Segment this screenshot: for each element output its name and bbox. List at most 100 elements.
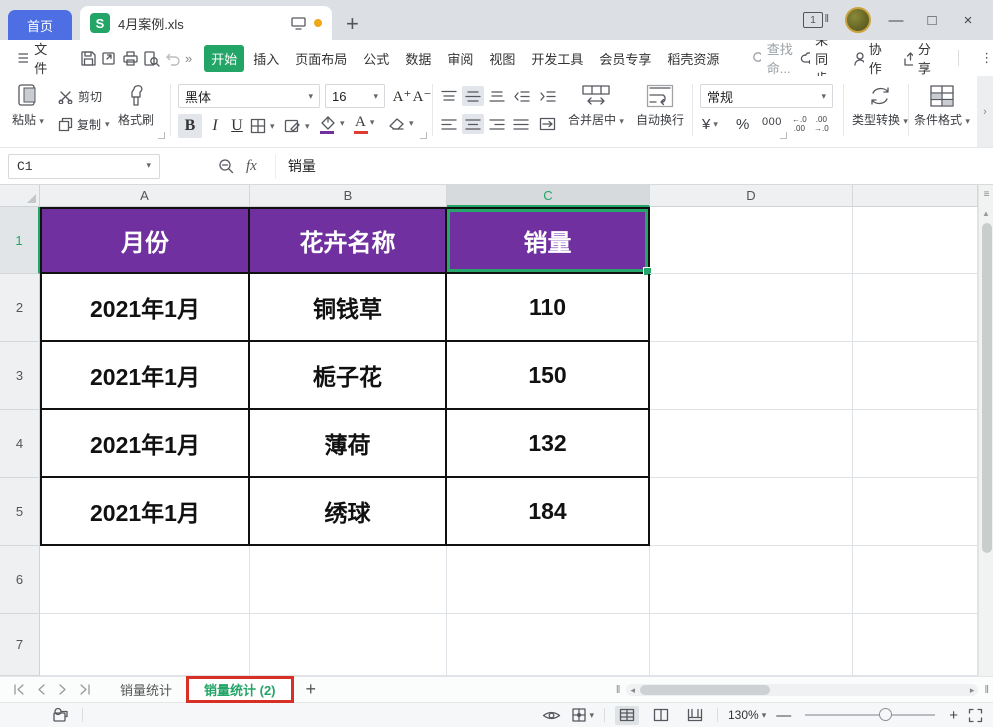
justify-icon[interactable] (510, 114, 532, 134)
row-header-5[interactable]: 5 (0, 478, 40, 546)
cell-c4[interactable]: 132 (447, 410, 650, 478)
horizontal-scrollbar[interactable]: ◂ ▸ (626, 684, 979, 696)
zoom-slider-thumb[interactable] (879, 708, 893, 721)
decrease-indent-icon[interactable] (510, 86, 532, 106)
italic-button[interactable]: I (204, 114, 226, 138)
tab-home[interactable]: 开始 (204, 44, 245, 72)
cell-b7[interactable] (250, 614, 447, 676)
more-options-icon[interactable]: ⋮ (980, 50, 993, 66)
fx-icon[interactable]: fx (246, 158, 257, 175)
font-color-button[interactable]: A ▾ (354, 114, 374, 134)
row-header-6[interactable]: 6 (0, 546, 40, 614)
zoom-formula-icon[interactable] (218, 158, 234, 174)
cell-a1[interactable]: 月份 (40, 207, 250, 274)
cell-a4[interactable]: 2021年1月 (40, 410, 250, 478)
decrease-font-size-button[interactable]: A⁻ (412, 84, 432, 108)
last-sheet-icon[interactable] (79, 684, 92, 695)
undo-button[interactable] (164, 51, 181, 66)
align-left-icon[interactable] (438, 114, 460, 134)
add-sheet-button[interactable]: + (306, 679, 317, 700)
share-button[interactable]: 分享 (903, 39, 936, 77)
zoom-slider[interactable] (805, 708, 936, 721)
scrollbar-split-handle[interactable]: ‖ (984, 684, 989, 696)
cell-e3[interactable] (853, 342, 978, 410)
cell-b1[interactable]: 花卉名称 (250, 207, 447, 274)
normal-view-button[interactable] (615, 705, 639, 725)
more-commands-icon[interactable]: » (185, 51, 192, 66)
scroll-left-icon[interactable]: ◂ (630, 685, 635, 696)
col-header-e[interactable] (853, 185, 978, 207)
scroll-right-icon[interactable]: ▸ (970, 685, 975, 696)
cell-c1-selected[interactable]: 销量 (447, 207, 652, 276)
zoom-in-button[interactable]: + (949, 707, 958, 724)
eraser-button[interactable]: ▾ (388, 116, 414, 130)
sheet-tab-sales-stats[interactable]: 销量统计 (104, 677, 188, 703)
home-button[interactable]: 首页 (8, 10, 72, 40)
next-sheet-icon[interactable] (58, 684, 67, 695)
align-bottom-icon[interactable] (486, 86, 508, 106)
col-header-d[interactable]: D (650, 185, 853, 207)
tab-data[interactable]: 数据 (398, 45, 438, 72)
align-top-icon[interactable] (438, 86, 460, 106)
tab-view[interactable]: 视图 (482, 45, 522, 72)
bold-button[interactable]: B (178, 114, 202, 138)
align-right-icon[interactable] (486, 114, 508, 134)
scroll-up-icon[interactable]: ▲ (982, 209, 990, 218)
export-button[interactable] (101, 50, 118, 67)
comma-style-button[interactable]: 000 (762, 116, 782, 128)
cell-d1[interactable] (650, 207, 853, 274)
select-all-corner[interactable] (0, 185, 40, 207)
print-preview-button[interactable] (143, 50, 160, 67)
row-header-1[interactable]: 1 (0, 207, 40, 274)
macro-record-icon[interactable] (52, 707, 70, 723)
underline-button[interactable]: U (226, 114, 248, 138)
cell-d6[interactable] (650, 546, 853, 614)
cell-style-button[interactable]: ▾ (284, 118, 310, 134)
cell-a2[interactable]: 2021年1月 (40, 274, 250, 342)
merge-center-button[interactable]: 合并居中 ▾ (568, 84, 624, 128)
borders-button[interactable]: ▾ (250, 118, 275, 134)
new-tab-button[interactable]: + (346, 13, 359, 35)
tab-developer[interactable]: 开发工具 (524, 45, 590, 72)
cut-button[interactable]: 剪切 (58, 88, 102, 105)
tab-review[interactable]: 审阅 (440, 45, 480, 72)
cell-d3[interactable] (650, 342, 853, 410)
cell-d4[interactable] (650, 410, 853, 478)
number-format-select[interactable]: 常规 ▾ (700, 84, 833, 108)
paste-button[interactable]: 粘贴 ▾ (12, 82, 44, 128)
cell-d5[interactable] (650, 478, 853, 546)
cell-e7[interactable] (853, 614, 978, 676)
collaborate-button[interactable]: 协作 (853, 39, 887, 77)
align-middle-icon[interactable] (462, 86, 484, 106)
row-header-2[interactable]: 2 (0, 274, 40, 342)
font-size-select[interactable]: 16 ▾ (325, 84, 385, 108)
close-button[interactable]: × (957, 12, 979, 29)
cell-d7[interactable] (650, 614, 853, 676)
copy-button[interactable]: 复制 ▾ (58, 116, 110, 133)
window-manage-icon[interactable]: 1 (803, 12, 829, 28)
tab-split-handle[interactable]: ‖ (616, 684, 621, 696)
horizontal-scroll-thumb[interactable] (640, 685, 771, 695)
tab-docer-resources[interactable]: 稻壳资源 (660, 45, 726, 72)
format-painter-button[interactable]: 格式刷 (118, 82, 154, 128)
cell-a3[interactable]: 2021年1月 (40, 342, 250, 410)
ribbon-scroll-right-button[interactable]: › (977, 76, 993, 147)
font-name-select[interactable]: 黑体 ▾ (178, 84, 320, 108)
conditional-format-button[interactable]: 条件格式 ▾ (914, 84, 970, 128)
tab-page-layout[interactable]: 页面布局 (288, 45, 354, 72)
cell-b2[interactable]: 铜钱草 (250, 274, 447, 342)
cell-e6[interactable] (853, 546, 978, 614)
row-header-3[interactable]: 3 (0, 342, 40, 410)
col-header-c[interactable]: C (447, 185, 650, 207)
save-button[interactable] (80, 50, 97, 67)
name-box[interactable]: C1 ▾ (8, 153, 160, 179)
col-header-b[interactable]: B (250, 185, 447, 207)
monitor-icon[interactable] (291, 16, 306, 30)
currency-button[interactable]: ¥ ▾ (702, 116, 718, 133)
vertical-scrollbar[interactable]: ≡ ▲ (978, 185, 993, 676)
row-header-4[interactable]: 4 (0, 410, 40, 478)
fullscreen-icon[interactable] (968, 708, 983, 723)
cell-b4[interactable]: 薄荷 (250, 410, 447, 478)
cell-c3[interactable]: 150 (447, 342, 650, 410)
percent-button[interactable]: % (736, 116, 749, 133)
